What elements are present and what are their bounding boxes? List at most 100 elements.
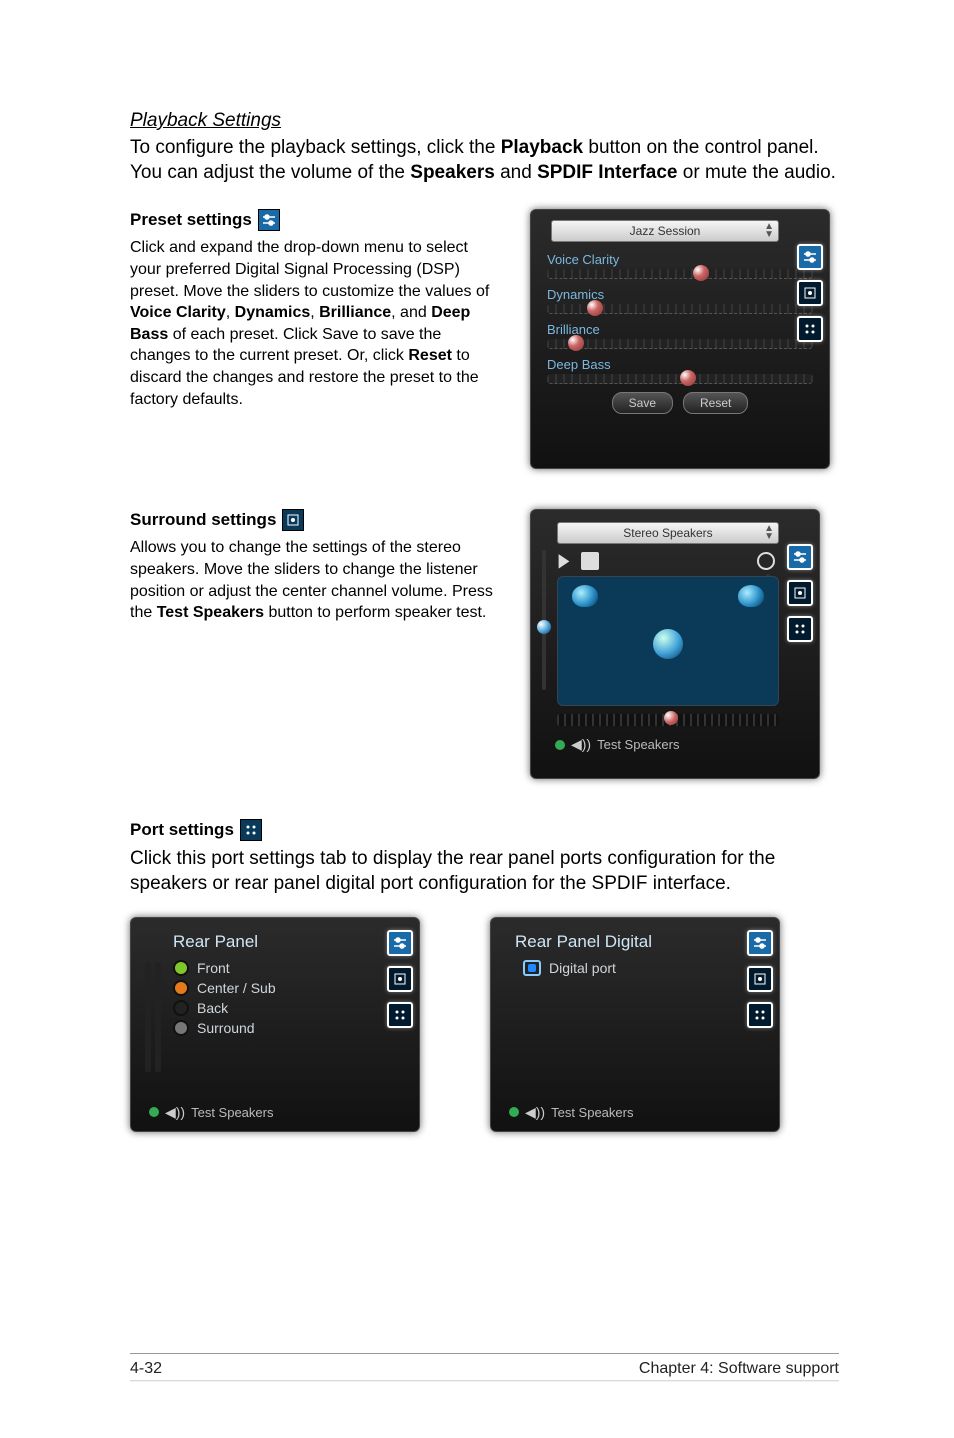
preset-dropdown[interactable]: Jazz Session ▲▼ (551, 220, 779, 242)
voice-clarity-label: Voice Clarity (547, 252, 813, 267)
balance-slider[interactable] (557, 714, 779, 726)
surround-body: Allows you to change the settings of the… (130, 537, 500, 623)
preset-body-b: of each preset. Click Save to save the c… (130, 326, 441, 365)
intro-speakers: Speakers (410, 162, 495, 183)
surround-dropdown-label: Stereo Speakers (623, 526, 712, 540)
digital-test-label: Test Speakers (551, 1105, 633, 1120)
preset-body-a: Click and expand the drop-down menu to s… (130, 239, 489, 299)
rear-panel-digital: Rear Panel Digital Digital port ◀)) Test… (490, 917, 780, 1132)
chevron-updown-icon: ▲▼ (764, 525, 774, 541)
port-surround[interactable]: Surround (173, 1020, 379, 1036)
port-heading: Port settings (130, 820, 234, 840)
tab-surround-icon[interactable] (797, 280, 823, 306)
brilliance-group: Brilliance (547, 322, 813, 349)
port-front[interactable]: Front (173, 960, 379, 976)
brilliance-label: Brilliance (547, 322, 813, 337)
deep-bass-slider[interactable] (547, 374, 813, 384)
tab-preset-sliders-icon[interactable] (387, 930, 413, 956)
surround-panel: Stereo Speakers ▲▼ ◀ (530, 509, 820, 779)
rear-panel-side-tabs (387, 930, 413, 1028)
jack-black-icon (173, 1000, 189, 1016)
voice-clarity-slider[interactable] (547, 269, 813, 279)
port-back-label: Back (197, 1000, 228, 1016)
intro-c: and (495, 162, 537, 183)
port-center-sub[interactable]: Center / Sub (173, 980, 379, 996)
port-panels-row: Rear Panel Front Center / Sub Back Surro… (130, 917, 839, 1132)
tab-port-icon[interactable] (797, 316, 823, 342)
decorative-bar-icon (145, 962, 151, 1072)
preset-sep2: , (310, 304, 319, 321)
preset-heading-row: Preset settings (130, 209, 500, 231)
loop-button[interactable] (757, 552, 775, 570)
port-surround-label: Surround (197, 1020, 255, 1036)
intro-a: To configure the playback settings, clic… (130, 137, 501, 158)
sound-icon: ◀)) (525, 1104, 545, 1121)
tab-surround-icon[interactable] (747, 966, 773, 992)
jack-orange-icon (173, 980, 189, 996)
intro-paragraph: To configure the playback settings, clic… (130, 136, 839, 185)
brilliance-slider[interactable] (547, 339, 813, 349)
sound-icon: ◀)) (571, 736, 591, 753)
preset-sep3: , and (391, 304, 431, 321)
port-digital-label: Digital port (549, 960, 616, 976)
port-back[interactable]: Back (173, 1000, 379, 1016)
preset-panel: Jazz Session ▲▼ Voice Clarity Dynamics B… (530, 209, 830, 469)
save-button[interactable]: Save (612, 392, 673, 414)
preset-b5: Reset (408, 347, 452, 364)
preset-dropdown-label: Jazz Session (630, 224, 701, 238)
page-number: 4-32 (130, 1360, 162, 1378)
status-dot-icon (555, 740, 565, 750)
surround-side-tabs (787, 544, 813, 642)
preset-b1: Voice Clarity (130, 304, 226, 321)
rear-panel: Rear Panel Front Center / Sub Back Surro… (130, 917, 420, 1132)
port-ports-icon (240, 819, 262, 841)
port-digital[interactable]: Digital port (523, 960, 739, 976)
stop-button[interactable] (581, 552, 599, 570)
intro-d: or mute the audio. (678, 162, 836, 183)
dynamics-group: Dynamics (547, 287, 813, 314)
tab-surround-icon[interactable] (787, 580, 813, 606)
jack-green-icon (173, 960, 189, 976)
digital-side-tabs (747, 930, 773, 1028)
listener-icon[interactable] (653, 629, 683, 659)
tab-port-icon[interactable] (387, 1002, 413, 1028)
listener-grid[interactable] (557, 576, 779, 706)
dynamics-label: Dynamics (547, 287, 813, 302)
footer-divider (130, 1380, 839, 1382)
speaker-left-icon (572, 585, 598, 607)
reset-button[interactable]: Reset (683, 392, 748, 414)
tab-port-icon[interactable] (787, 616, 813, 642)
tab-preset-sliders-icon[interactable] (787, 544, 813, 570)
jack-gray-icon (173, 1020, 189, 1036)
speaker-right-icon (738, 585, 764, 607)
deep-bass-label: Deep Bass (547, 357, 813, 372)
chapter-label: Chapter 4: Software support (639, 1360, 839, 1378)
test-speakers-row[interactable]: ◀)) Test Speakers (551, 734, 779, 753)
play-button[interactable] (555, 552, 573, 570)
tab-preset-sliders-icon[interactable] (747, 930, 773, 956)
tab-preset-sliders-icon[interactable] (797, 244, 823, 270)
surround-body-b: button to perform speaker test. (264, 604, 486, 621)
digital-test-speakers[interactable]: ◀)) Test Speakers (505, 1102, 633, 1121)
left-volume-slider[interactable] (537, 550, 551, 690)
surround-heading-row: Surround settings (130, 509, 500, 531)
surround-block: Surround settings Allows you to change t… (130, 509, 839, 779)
port-front-label: Front (197, 960, 230, 976)
chevron-updown-icon: ▲▼ (764, 223, 774, 239)
tab-surround-icon[interactable] (387, 966, 413, 992)
deep-bass-group: Deep Bass (547, 357, 813, 384)
dynamics-slider[interactable] (547, 304, 813, 314)
rear-test-speakers[interactable]: ◀)) Test Speakers (145, 1102, 273, 1121)
preset-b3: Brilliance (319, 304, 391, 321)
port-heading-row: Port settings (130, 819, 839, 841)
voice-clarity-group: Voice Clarity (547, 252, 813, 279)
decorative-bar-icon (155, 962, 161, 1072)
tab-port-icon[interactable] (747, 1002, 773, 1028)
surround-heading: Surround settings (130, 510, 276, 530)
surround-dropdown[interactable]: Stereo Speakers ▲▼ (557, 522, 779, 544)
surround-area-icon (282, 509, 304, 531)
status-dot-icon (509, 1107, 519, 1117)
sound-icon: ◀)) (165, 1104, 185, 1121)
test-speakers-label: Test Speakers (597, 737, 679, 752)
surround-b1: Test Speakers (157, 604, 264, 621)
